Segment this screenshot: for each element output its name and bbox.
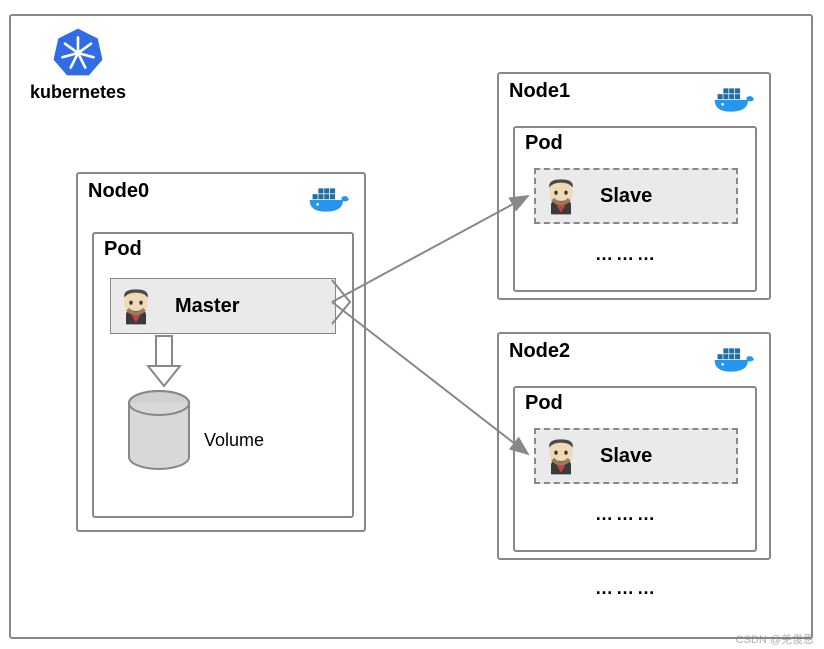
jenkins-icon [544, 176, 578, 216]
jenkins-slave-box-1: Slave [534, 168, 738, 224]
slave-label: Slave [600, 445, 652, 468]
node2-box: Node2 Pod Slave ……… [497, 332, 771, 560]
volume-area: Volume [126, 389, 264, 471]
dots-bottom-label: ……… [595, 578, 658, 599]
kubernetes-logo-block: kubernetes [30, 26, 126, 103]
node2-title: Node2 [509, 340, 570, 363]
jenkins-icon [544, 436, 578, 476]
node0-box: Node0 Pod Master [76, 172, 366, 532]
docker-icon [308, 184, 352, 216]
kubernetes-label: kubernetes [30, 82, 126, 103]
node1-pod-box: Pod Slave ……… [513, 126, 757, 292]
jenkins-master-box: Master [110, 278, 336, 334]
node0-pod-box: Pod Master Volume [92, 232, 354, 518]
node1-title: Node1 [509, 80, 570, 103]
kubernetes-icon [52, 26, 104, 78]
master-label: Master [175, 295, 239, 318]
dots-label: ……… [595, 504, 658, 525]
dots-label: ……… [595, 244, 658, 265]
slave-label: Slave [600, 185, 652, 208]
jenkins-icon [119, 286, 153, 326]
docker-icon [713, 344, 757, 376]
watermark-label: CSDN @羌俊恩 [736, 631, 814, 647]
jenkins-slave-box-2: Slave [534, 428, 738, 484]
node1-box: Node1 Pod Slave ……… [497, 72, 771, 300]
node1-pod-title: Pod [525, 132, 563, 155]
node2-pod-box: Pod Slave ……… [513, 386, 757, 552]
docker-icon [713, 84, 757, 116]
node0-pod-title: Pod [104, 238, 142, 261]
cylinder-icon [126, 389, 192, 471]
volume-label: Volume [204, 430, 264, 451]
node2-pod-title: Pod [525, 392, 563, 415]
arrow-down-icon [142, 334, 186, 390]
node0-title: Node0 [88, 180, 149, 203]
